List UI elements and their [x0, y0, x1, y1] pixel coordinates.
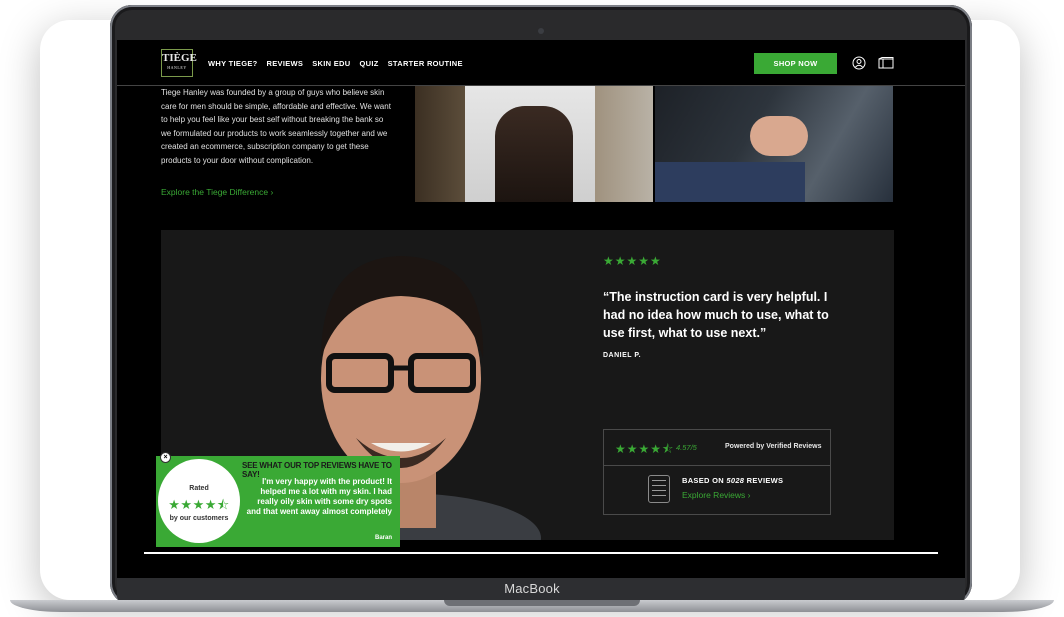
verified-reviews-box: ★★★★⯪ 4.57/5 Powered by Verified Reviews…: [603, 429, 831, 515]
rating-badge: Rated ★★★★⯪ by our customers: [158, 459, 240, 543]
aggregate-score: 4.57/5: [676, 443, 697, 452]
camera-icon: [538, 28, 544, 34]
intro-paragraph: Tiege Hanley was founded by a group of g…: [161, 88, 391, 165]
aggregate-star-rating: ★★★★⯪: [615, 442, 675, 456]
logo-main-text: TIÈGE: [162, 52, 197, 64]
shop-now-button[interactable]: SHOP NOW: [754, 53, 837, 74]
close-icon[interactable]: ×: [160, 452, 171, 463]
laptop-base-notch: [444, 600, 640, 606]
device-label: MacBook: [504, 581, 560, 596]
brand-logo[interactable]: TIÈGE HANLEY: [161, 49, 197, 77]
review-author: DANIEL P.: [603, 352, 642, 359]
widget-review-text: I'm very happy with the product! It help…: [246, 477, 392, 516]
photo-hands: [750, 116, 808, 156]
review-star-rating: ★★★★★: [603, 254, 662, 268]
lifestyle-photo-skateboard: [415, 86, 653, 202]
badge-rated-text: Rated: [189, 485, 209, 492]
badge-by-text: by our customers: [169, 515, 229, 522]
review-count: 5028: [726, 476, 745, 485]
reviews-widget[interactable]: Rated ★★★★⯪ by our customers SEE WHAT OU…: [156, 456, 400, 547]
nav-skin-edu[interactable]: SKIN EDU: [312, 59, 350, 68]
explore-reviews-link[interactable]: Explore Reviews ›: [682, 490, 751, 500]
logo-sub-text: HANLEY: [167, 65, 187, 70]
rating-summary: ★★★★⯪ 4.57/5 Powered by Verified Reviews: [604, 430, 830, 466]
widget-review-author: Baran: [374, 535, 392, 541]
powered-by-label: Powered by Verified Reviews: [725, 443, 822, 450]
nav-reviews[interactable]: REVIEWS: [267, 59, 304, 68]
review-count-label: BASED ON 5028 REVIEWS: [682, 476, 783, 485]
photo-skateboard: [495, 106, 573, 202]
website-screen: TIÈGE HANLEY WHY TIEGE? REVIEWS SKIN EDU…: [117, 40, 965, 580]
nav-why-tiege[interactable]: WHY TIEGE?: [208, 59, 258, 68]
review-quote: “The instruction card is very helpful. I…: [603, 290, 829, 340]
based-on-prefix: BASED ON: [682, 476, 727, 485]
nav-starter-routine[interactable]: STARTER ROUTINE: [388, 59, 463, 68]
based-on-suffix: REVIEWS: [744, 476, 784, 485]
nav-quiz[interactable]: QUIZ: [359, 59, 378, 68]
divider-line: [144, 552, 938, 554]
cart-icon[interactable]: [878, 57, 894, 69]
photo-jeans: [655, 162, 805, 202]
explore-difference-link[interactable]: Explore the Tiege Difference ›: [161, 187, 273, 197]
account-icon[interactable]: [852, 56, 866, 70]
site-header: TIÈGE HANLEY WHY TIEGE? REVIEWS SKIN EDU…: [117, 40, 965, 86]
main-nav: WHY TIEGE? REVIEWS SKIN EDU QUIZ STARTER…: [208, 59, 463, 68]
document-icon: [648, 475, 670, 503]
lifestyle-photo-jacket: [655, 86, 893, 202]
